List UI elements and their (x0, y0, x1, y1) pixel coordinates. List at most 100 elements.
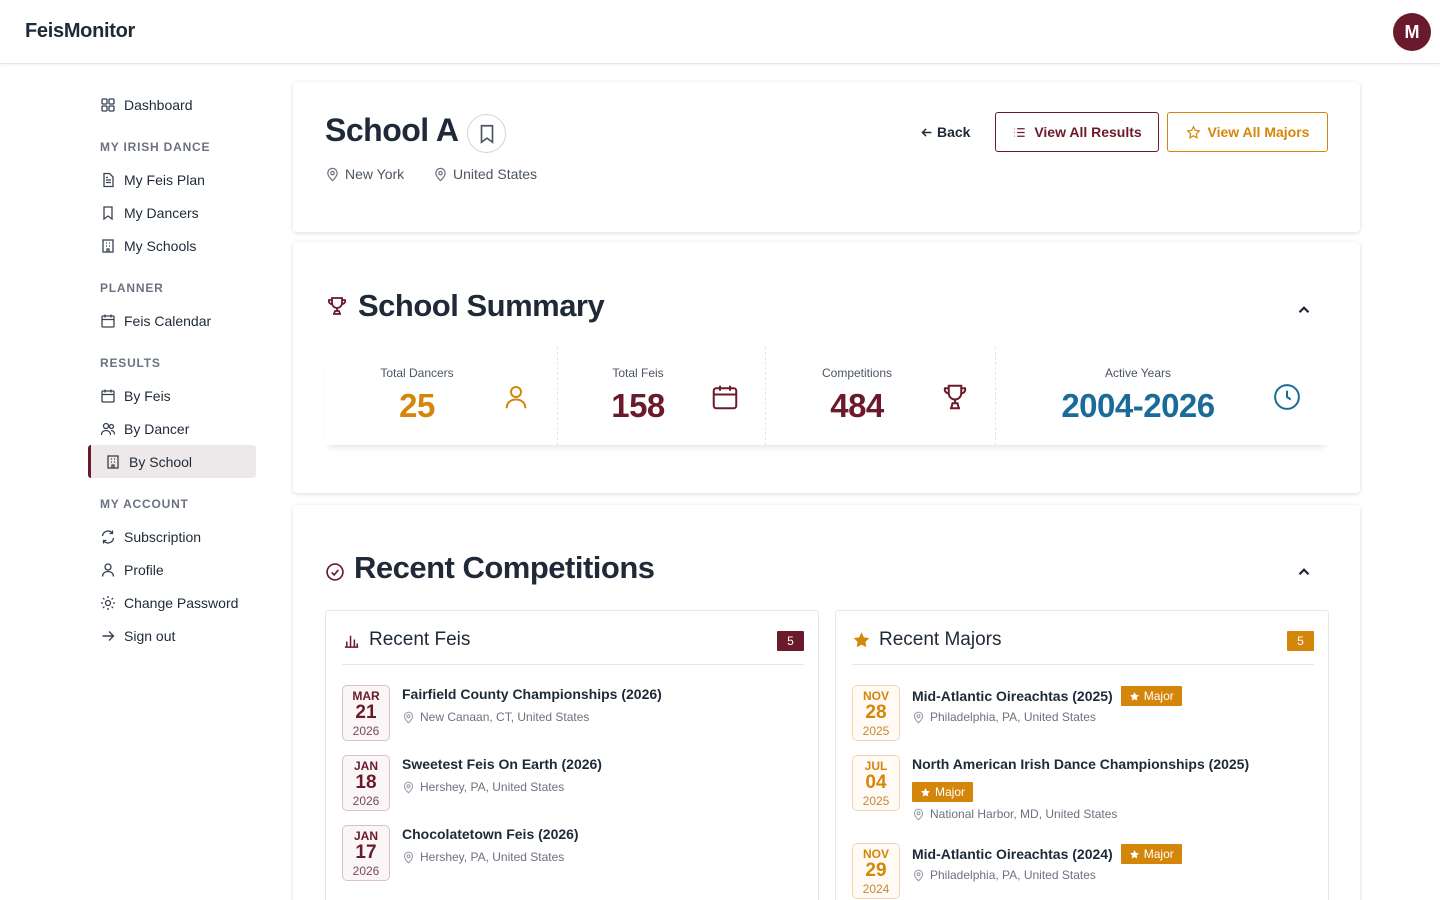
chevron-up-icon[interactable] (1295, 563, 1313, 581)
user-icon (501, 382, 531, 412)
date-badge: NOV 28 2025 (852, 685, 900, 741)
date-badge: JAN 18 2026 (342, 755, 390, 811)
competition-name[interactable]: Mid-Atlantic Oireachtas (2025) (912, 688, 1113, 704)
date-badge: JAN 17 2026 (342, 825, 390, 881)
stat-total-feis: Total Feis 158 (558, 347, 766, 445)
chevron-up-icon[interactable] (1295, 301, 1313, 319)
sidebar-item-label: My Schools (124, 237, 197, 254)
sidebar-item-label: Dashboard (124, 96, 193, 113)
sidebar-item-label: By Feis (124, 387, 171, 404)
user-avatar[interactable]: M (1393, 13, 1431, 51)
sidebar-item-my-schools[interactable]: My Schools (88, 229, 256, 262)
view-all-majors-label: View All Majors (1207, 124, 1310, 140)
section-title-recent: Recent Competitions (325, 550, 655, 586)
date-day: 29 (865, 860, 887, 881)
competition-name[interactable]: Mid-Atlantic Oireachtas (2024) (912, 846, 1113, 862)
sidebar-item-label: Feis Calendar (124, 312, 212, 329)
sidebar-item-label: Subscription (124, 528, 202, 545)
view-all-results-button[interactable]: View All Results (995, 112, 1159, 152)
sidebar-item-dashboard[interactable]: Dashboard (88, 88, 256, 121)
bookmark-icon (476, 123, 498, 145)
date-year: 2026 (352, 864, 380, 878)
sidebar-item-by-feis[interactable]: By Feis (88, 379, 256, 412)
date-badge: MAR 21 2026 (342, 685, 390, 741)
major-badge: Major (1120, 686, 1182, 706)
location-text: Philadelphia, PA, United States (930, 868, 1096, 882)
competition-location: Hershey, PA, United States (402, 780, 564, 794)
date-day: 17 (355, 842, 377, 863)
date-month: NOV (862, 689, 889, 703)
competition-name-row[interactable]: Mid-Atlantic Oireachtas (2024) Major (912, 844, 1182, 864)
bar-chart-icon (342, 631, 361, 650)
view-all-majors-button[interactable]: View All Majors (1167, 112, 1328, 152)
bookmark-button[interactable] (467, 114, 506, 153)
date-day: 18 (355, 772, 377, 793)
count-badge: 5 (1287, 631, 1314, 651)
sidebar-item-my-dancers[interactable]: My Dancers (88, 196, 256, 229)
sidebar-item-by-school[interactable]: By School (88, 445, 256, 478)
location-text: Hershey, PA, United States (420, 780, 565, 794)
sidebar-item-label: Change Password (124, 594, 239, 611)
competition-name-row[interactable]: Mid-Atlantic Oireachtas (2025) Major (912, 686, 1182, 706)
school-country-text: United States (453, 166, 538, 182)
stat-label: Total Feis (612, 366, 664, 380)
date-month: JUL (864, 759, 888, 773)
sidebar-section-heading: RESULTS (100, 355, 161, 370)
users-icon (100, 421, 116, 437)
stat-total-dancers: Total Dancers 25 (325, 347, 558, 445)
date-day: 28 (865, 702, 887, 723)
calendar-icon (100, 388, 116, 404)
sidebar-section-heading: PLANNER (100, 280, 164, 295)
recent-title-text: Recent Competitions (354, 550, 655, 585)
competition-name[interactable]: Sweetest Feis On Earth (2026) (402, 756, 602, 772)
date-year: 2025 (862, 794, 890, 808)
top-bar: FeisMonitor M (0, 0, 1440, 64)
date-month: MAR (352, 689, 380, 703)
location-text: Philadelphia, PA, United States (930, 710, 1096, 724)
major-badge-label: Major (1143, 847, 1174, 861)
competition-name[interactable]: Chocolatetown Feis (2026) (402, 826, 579, 842)
location-text: National Harbor, MD, United States (930, 807, 1118, 821)
brand-logo[interactable]: FeisMonitor (25, 20, 135, 43)
school-country: United States (433, 166, 537, 182)
date-month: JAN (353, 829, 378, 843)
trophy-icon (940, 382, 970, 412)
competition-name[interactable]: Fairfield County Championships (2026) (402, 686, 662, 702)
panel-title: Recent Feis (369, 629, 471, 650)
list-icon (1014, 127, 1025, 137)
major-badge-label: Major (1143, 689, 1174, 703)
location-text: Hershey, PA, United States (420, 850, 565, 864)
refresh-icon (100, 529, 116, 545)
check-circle-icon (325, 560, 345, 581)
sidebar-item-profile[interactable]: Profile (88, 553, 256, 586)
location-pin-icon (403, 851, 414, 864)
bookmark-icon (100, 205, 116, 221)
stat-value: 2004-2026 (1061, 387, 1215, 424)
stats-row: Total Dancers 25 Total Feis 158 Competit… (325, 347, 1328, 445)
back-button[interactable]: Back (920, 124, 970, 140)
sidebar-item-feis-calendar[interactable]: Feis Calendar (88, 304, 256, 337)
sidebar-item-label: By Dancer (124, 420, 190, 437)
sidebar-item-change-password[interactable]: Change Password (88, 586, 256, 619)
major-badge: Major (912, 782, 974, 802)
panel-title: Recent Majors (879, 629, 1002, 650)
star-icon (921, 787, 930, 797)
sidebar-item-subscription[interactable]: Subscription (88, 520, 256, 553)
star-icon (1129, 849, 1139, 859)
calendar-icon (100, 313, 116, 329)
sun-icon (100, 595, 116, 611)
competition-location: National Harbor, MD, United States (912, 807, 1117, 821)
sidebar-item-label: Profile (124, 561, 164, 578)
sidebar-item-by-dancer[interactable]: By Dancer (88, 412, 256, 445)
major-badge-label: Major (935, 785, 966, 799)
school-summary-card: School Summary Total Dancers 25 Total Fe… (293, 242, 1360, 493)
date-year: 2025 (862, 724, 890, 738)
user-icon (100, 562, 116, 578)
competition-name[interactable]: North American Irish Dance Championships… (912, 756, 1249, 772)
sidebar-item-my-feis-plan[interactable]: My Feis Plan (88, 163, 256, 196)
document-icon (100, 172, 116, 188)
competition-location: Philadelphia, PA, United States (912, 868, 1096, 882)
school-city: New York (325, 166, 404, 182)
star-icon (1129, 691, 1139, 701)
sidebar-item-sign-out[interactable]: Sign out (88, 619, 256, 652)
